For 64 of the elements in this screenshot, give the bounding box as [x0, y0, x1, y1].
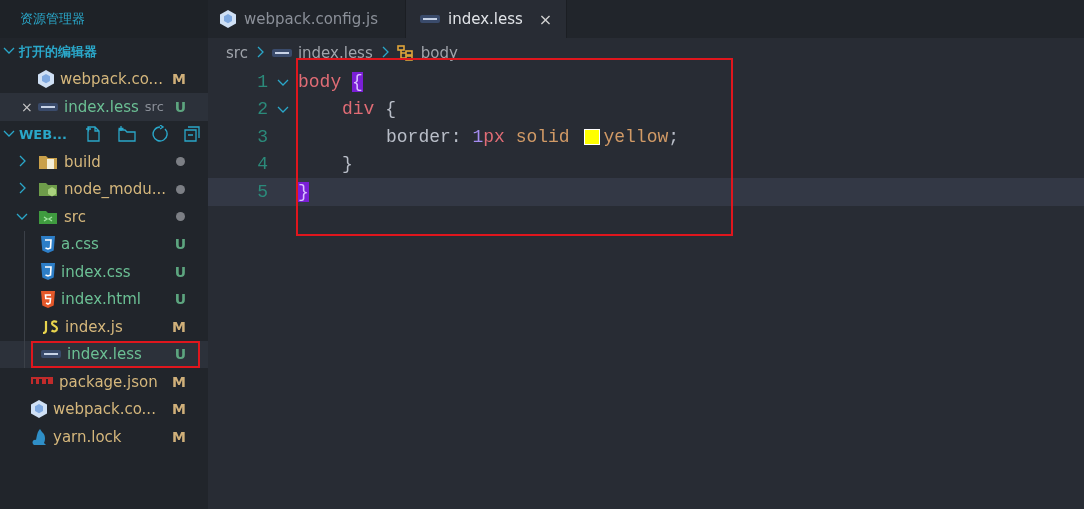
breadcrumb[interactable]: index.less	[297, 44, 373, 62]
less-file-icon	[41, 349, 61, 360]
code-line: div {	[342, 99, 396, 120]
file-name[interactable]: index.css	[61, 262, 131, 281]
file-name[interactable]: src	[64, 207, 86, 226]
file-name[interactable]: build	[64, 152, 101, 171]
file-name[interactable]: a.css	[61, 235, 99, 254]
git-status: M	[172, 318, 186, 335]
collapse-icon[interactable]	[182, 125, 201, 144]
git-status: U	[174, 263, 186, 280]
less-file-icon	[420, 14, 440, 24]
breadcrumb[interactable]: body	[420, 44, 458, 62]
line-number: 5	[256, 181, 268, 202]
section-title[interactable]: 打开的编辑器	[19, 42, 97, 61]
css-file-icon	[41, 263, 55, 281]
git-status: U	[174, 98, 186, 115]
js-file-icon	[41, 319, 59, 334]
git-status: M	[172, 373, 186, 390]
file-name[interactable]: index.js	[65, 317, 123, 336]
cube-icon	[31, 400, 47, 419]
cube-icon	[38, 70, 54, 89]
cube-icon	[220, 10, 236, 28]
folder-icon	[38, 181, 58, 198]
line-number: 3	[256, 126, 268, 147]
git-status: U	[174, 291, 186, 308]
new-folder-icon[interactable]	[116, 125, 137, 144]
line-number: 2	[256, 99, 268, 120]
line-number: 1	[256, 71, 268, 92]
cat-icon	[31, 427, 47, 446]
file-name[interactable]: node_modu...	[64, 180, 167, 199]
file-name[interactable]: index.less	[64, 97, 139, 116]
css-file-icon	[41, 235, 55, 253]
file-path: src	[144, 99, 164, 115]
editor-tab[interactable]: index.less ×	[406, 0, 568, 38]
close-icon[interactable]: ×	[538, 9, 553, 29]
file-name[interactable]: index.html	[61, 290, 141, 309]
git-status: M	[172, 71, 186, 88]
git-status: M	[172, 428, 186, 445]
file-name[interactable]: index.less	[67, 345, 142, 364]
color-swatch[interactable]	[584, 128, 601, 145]
section-title[interactable]: WEB...	[19, 126, 67, 142]
code-line: border: 1px solid yellow;	[386, 126, 680, 147]
git-status: U	[174, 236, 186, 253]
file-name[interactable]: yarn.lock	[53, 427, 122, 446]
folder-icon	[38, 208, 58, 225]
folder-icon	[38, 153, 58, 170]
file-name[interactable]: webpack.co...	[60, 70, 163, 89]
npm-file-icon	[31, 377, 53, 387]
close-icon[interactable]: ×	[21, 98, 33, 115]
git-status: M	[172, 401, 186, 418]
symbol-icon	[396, 45, 415, 61]
explorer-title: 资源管理器	[20, 10, 85, 28]
code-line: body {	[298, 71, 363, 92]
code-line: }	[342, 154, 353, 175]
line-number: 4	[256, 154, 268, 175]
file-name[interactable]: webpack.co...	[53, 400, 156, 419]
less-file-icon	[271, 48, 292, 58]
git-status: U	[174, 346, 186, 363]
new-file-icon[interactable]	[84, 125, 103, 144]
html-file-icon	[41, 290, 55, 308]
less-file-icon	[38, 101, 58, 112]
refresh-icon[interactable]	[150, 125, 169, 144]
file-name[interactable]: package.json	[59, 372, 158, 391]
breadcrumb[interactable]: src	[226, 44, 248, 62]
